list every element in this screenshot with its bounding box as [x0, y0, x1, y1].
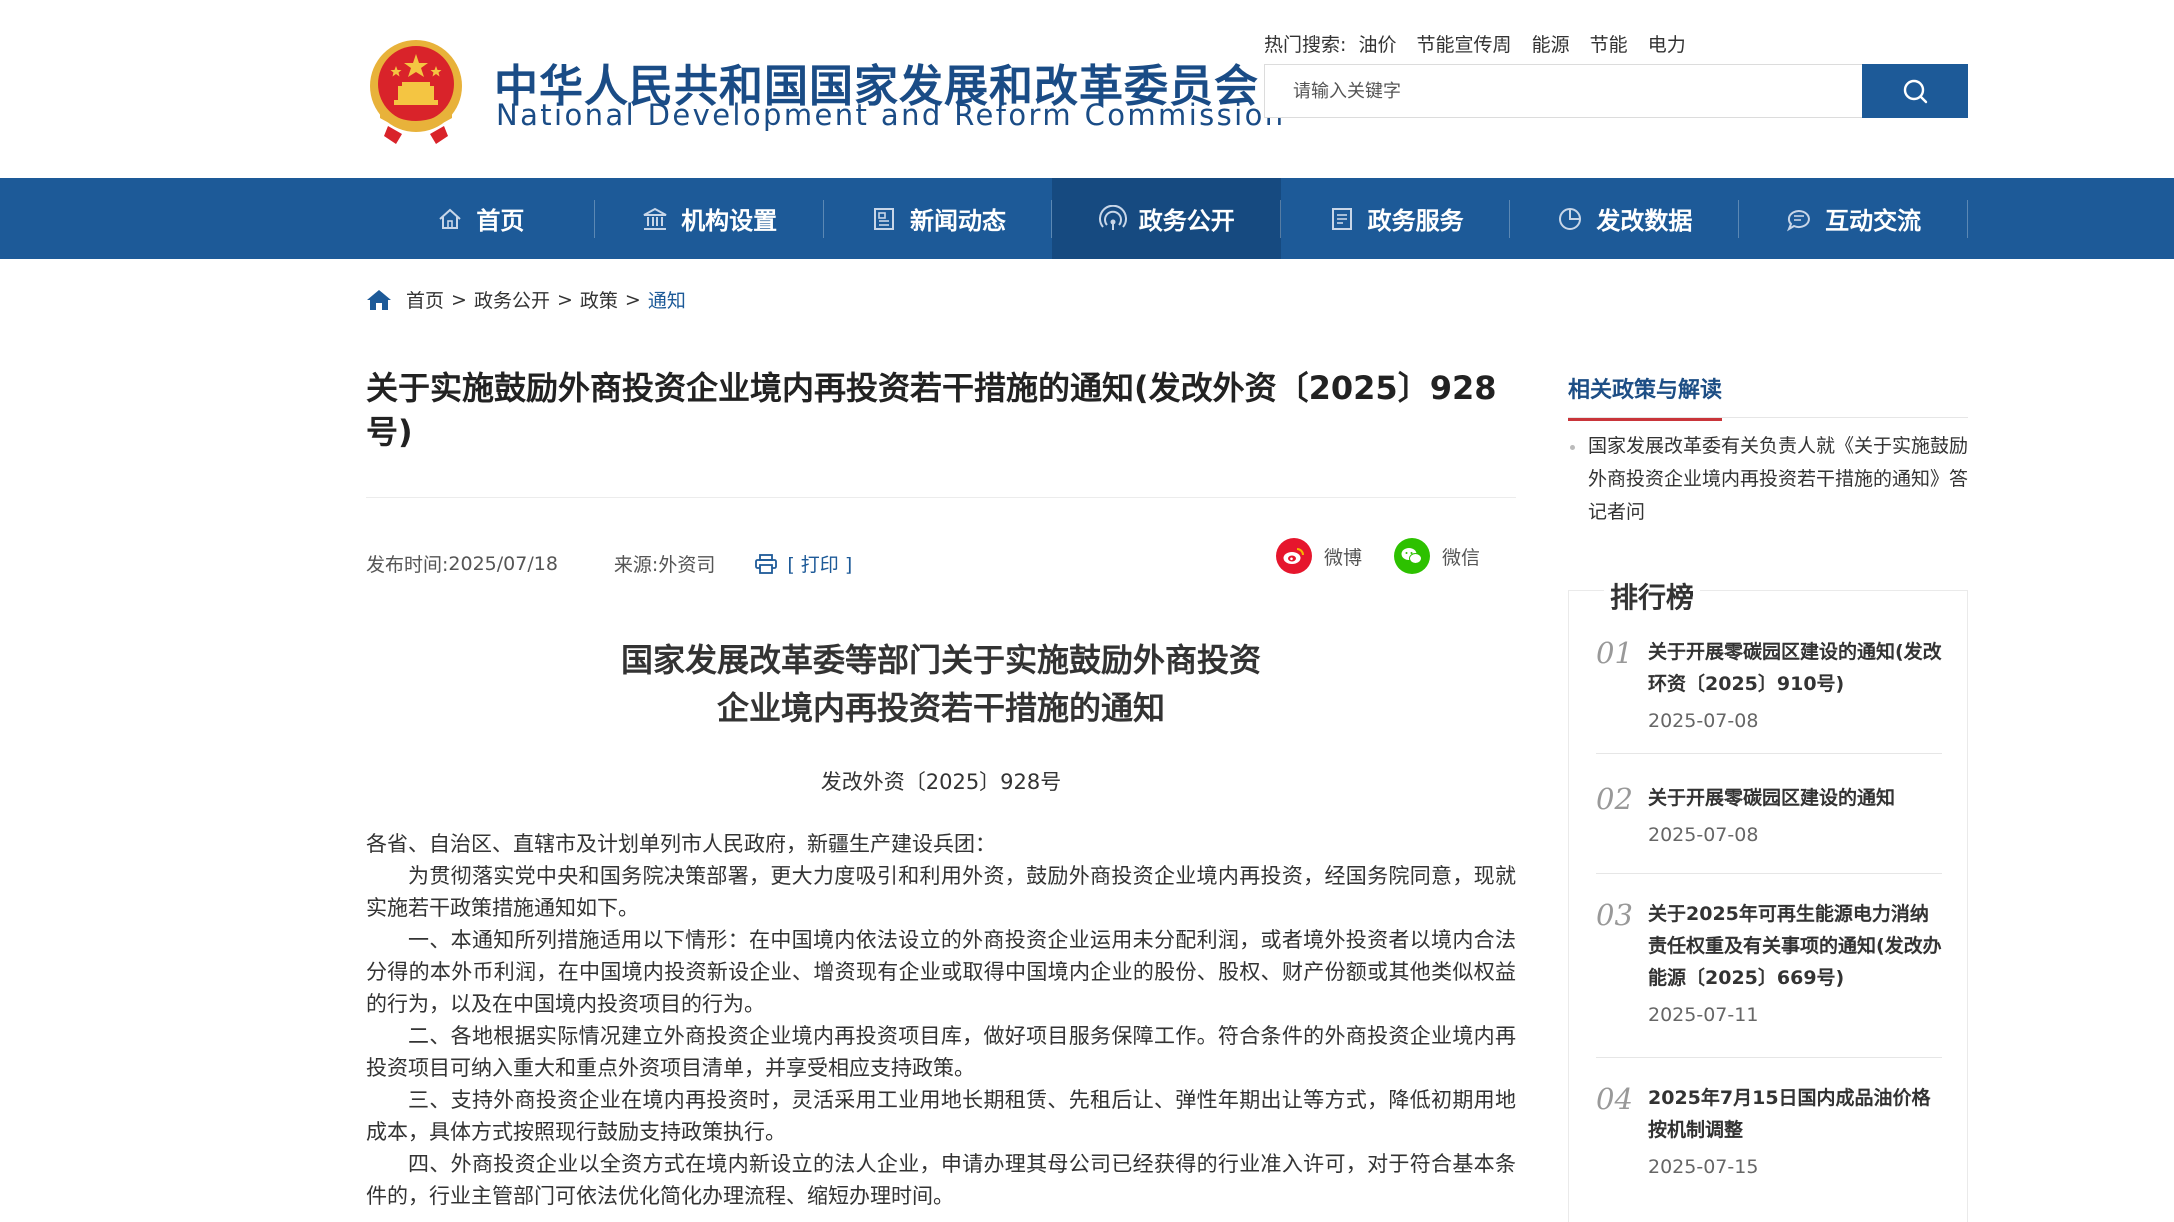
paragraph-salutation: 各省、自治区、直辖市及计划单列市人民政府，新疆生产建设兵团： [366, 832, 996, 856]
home-icon[interactable] [366, 288, 392, 312]
breadcrumb-home[interactable]: 首页 [406, 286, 444, 313]
document-number: 发改外资〔2025〕928号 [820, 770, 1062, 794]
ranking-item-date: 2025-07-11 [1648, 1004, 1759, 1026]
ranking-number: 04 [1596, 1082, 1633, 1116]
hot-search: 热门搜索: 油价 节能宣传周 能源 节能 电力 [1264, 30, 1700, 57]
nav-label: 新闻动态 [909, 207, 1006, 235]
article-title: 关于实施鼓励外商投资企业境内再投资若干措施的通知(发改外资〔2025〕928号) [366, 369, 1497, 451]
national-emblem-icon[interactable] [366, 36, 466, 146]
document-icon [1331, 207, 1352, 230]
printer-icon [755, 553, 778, 574]
nav-item-interaction[interactable]: 互动交流 [1739, 178, 1968, 259]
paragraph: 一、本通知所列措施适用以下情形：在中国境内依法设立的外商投资企业运用未分配利润，… [366, 928, 1516, 1016]
publish-date: 2025/07/18 [448, 552, 558, 575]
hot-search-term[interactable]: 电力 [1648, 34, 1686, 56]
chat-icon [1787, 209, 1811, 231]
breadcrumb-notice[interactable]: 通知 [648, 286, 686, 313]
nav-item-organization[interactable]: 机构设置 [595, 178, 824, 259]
document-title-line: 国家发展改革委等部门关于实施鼓励外商投资 [620, 641, 1261, 679]
print-button[interactable]: [ 打印 ] [755, 550, 852, 577]
related-item[interactable]: 国家发展改革委有关负责人就《关于实施鼓励外商投资企业境内再投资若干措施的通知》答… [1568, 430, 1968, 529]
hot-search-term[interactable]: 节能 [1590, 34, 1628, 56]
ranking-title: 排行榜 [1604, 576, 1701, 616]
article-body: 各省、自治区、直辖市及计划单列市人民政府，新疆生产建设兵团： 为贯彻落实党中央和… [366, 828, 1516, 1212]
paragraph: 三、支持外商投资企业在境内再投资时，灵活采用工业用地长期租赁、先租后让、弹性年期… [366, 1088, 1516, 1144]
nav-label: 互动交流 [1825, 207, 1922, 235]
paragraph: 四、外商投资企业以全资方式在境内新设立的法人企业，申请办理其母公司已经获得的行业… [366, 1152, 1516, 1208]
ranking-item-title[interactable]: 关于开展零碳园区建设的通知 [1648, 782, 1942, 814]
news-icon [873, 207, 894, 230]
related-title: 相关政策与解读 [1568, 372, 1723, 421]
nav-item-government-affairs[interactable]: 政务公开 [1052, 178, 1282, 259]
ranking-number: 01 [1596, 636, 1633, 670]
ranking-item-date: 2025-07-08 [1648, 824, 1759, 846]
breadcrumb-government-affairs[interactable]: 政务公开 [474, 286, 550, 313]
breadcrumb-separator: > [451, 288, 467, 311]
print-label: [ 打印 ] [787, 554, 853, 576]
nav-item-news[interactable]: 新闻动态 [824, 178, 1053, 259]
share-wechat-button[interactable]: 微信 [1394, 538, 1480, 574]
nav-item-data[interactable]: 发改数据 [1510, 178, 1739, 259]
ranking-item[interactable]: 02 关于开展零碳园区建设的通知 2025-07-08 [1596, 754, 1942, 874]
wechat-icon [1394, 538, 1430, 574]
hot-search-label: 热门搜索: [1264, 34, 1347, 56]
ranking-item-title[interactable]: 2025年7月15日国内成品油价格按机制调整 [1648, 1082, 1942, 1146]
hot-search-term[interactable]: 节能宣传周 [1417, 34, 1512, 56]
source-value: 外资司 [658, 554, 716, 576]
nav-label: 发改数据 [1596, 207, 1693, 235]
source-label: 来源: [613, 554, 659, 576]
site-header: 中华人民共和国国家发展和改革委员会 National Development a… [0, 0, 2174, 178]
search-box [1264, 64, 1862, 118]
search-icon [1903, 79, 1928, 104]
share-weibo-label: 微博 [1324, 546, 1363, 569]
weibo-icon [1276, 538, 1312, 574]
building-icon [643, 207, 667, 230]
related-header: 相关政策与解读 [1568, 370, 1968, 421]
article-meta: 发布时间: 2025/07/18 来源: 外资司 [ 打印 ] [366, 550, 852, 577]
pie-chart-icon [1559, 207, 1582, 230]
breadcrumb-separator: > [556, 288, 573, 311]
document-title: 国家发展改革委等部门关于实施鼓励外商投资 企业境内再投资若干措施的通知 [366, 636, 1516, 732]
publish-label: 发布时间: [366, 554, 449, 576]
search-input[interactable] [1265, 65, 1862, 117]
related-list: 国家发展改革委有关负责人就《关于实施鼓励外商投资企业境内再投资若干措施的通知》答… [1568, 430, 1968, 529]
paragraph: 二、各地根据实际情况建立外商投资企业境内再投资项目库，做好项目服务保障工作。符合… [366, 1024, 1516, 1080]
nav-label: 政务公开 [1138, 207, 1235, 235]
ranking-item[interactable]: 04 2025年7月15日国内成品油价格按机制调整 2025-07-15 [1596, 1058, 1942, 1210]
ranking-list: 01 关于开展零碳园区建设的通知(发改环资〔2025〕910号) 2025-07… [1596, 636, 1942, 1210]
hot-search-term[interactable]: 油价 [1358, 34, 1396, 56]
hot-search-term[interactable]: 能源 [1532, 34, 1570, 56]
nav-label: 政务服务 [1367, 207, 1464, 235]
share-weibo-button[interactable]: 微博 [1276, 538, 1362, 574]
document-title-line: 企业境内再投资若干措施的通知 [716, 689, 1165, 727]
search-button[interactable] [1862, 64, 1968, 118]
ranking-item[interactable]: 03 关于2025年可再生能源电力消纳责任权重及有关事项的通知(发改办能源〔20… [1596, 874, 1942, 1058]
ranking-item-date: 2025-07-15 [1648, 1156, 1759, 1178]
breadcrumb-separator: > [624, 288, 641, 311]
broadcast-icon [1098, 204, 1127, 230]
breadcrumb-policy[interactable]: 政策 [580, 286, 618, 313]
ranking-number: 03 [1596, 898, 1633, 932]
nav-item-home[interactable]: 首页 [366, 178, 595, 259]
nav-label: 机构设置 [681, 207, 778, 235]
site-title-en[interactable]: National Development and Reform Commissi… [496, 98, 1286, 132]
ranking-number: 02 [1596, 782, 1633, 816]
ranking-item[interactable]: 01 关于开展零碳园区建设的通知(发改环资〔2025〕910号) 2025-07… [1596, 636, 1942, 754]
ranking-item-title[interactable]: 关于2025年可再生能源电力消纳责任权重及有关事项的通知(发改办能源〔2025〕… [1648, 898, 1942, 994]
nav-label: 首页 [476, 207, 525, 235]
ranking-item-title[interactable]: 关于开展零碳园区建设的通知(发改环资〔2025〕910号) [1648, 636, 1942, 700]
share-wechat-label: 微信 [1442, 546, 1481, 569]
title-divider [366, 497, 1516, 498]
nav-item-services[interactable]: 政务服务 [1281, 178, 1510, 259]
main-nav: 首页 机构设置 新闻动态 政务公开 政务服务 发改数据 互动交流 [0, 178, 2174, 259]
home-icon [439, 208, 462, 229]
paragraph: 为贯彻落实党中央和国务院决策部署，更大力度吸引和利用外资，鼓励外商投资企业境内再… [366, 864, 1516, 920]
breadcrumb: 首页 > 政务公开 > 政策 > 通知 [366, 286, 686, 313]
ranking-item-date: 2025-07-08 [1648, 710, 1759, 732]
